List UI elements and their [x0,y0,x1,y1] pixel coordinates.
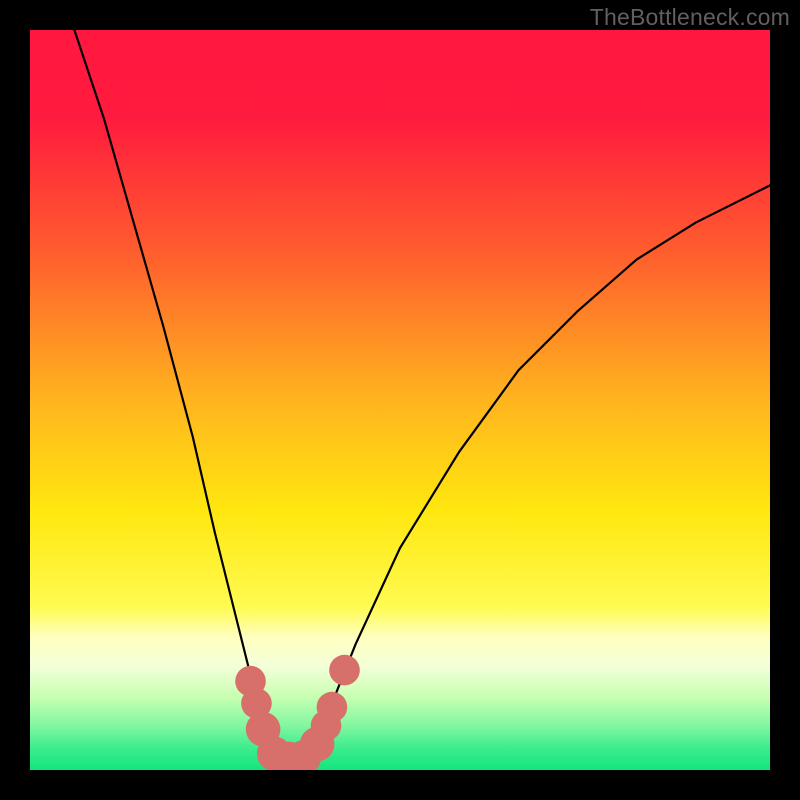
chart-background [30,30,770,770]
chart-frame: TheBottleneck.com [0,0,800,800]
marker-point [317,692,348,723]
watermark-text: TheBottleneck.com [590,4,790,31]
marker-point [329,655,360,686]
bottleneck-chart [30,30,770,770]
